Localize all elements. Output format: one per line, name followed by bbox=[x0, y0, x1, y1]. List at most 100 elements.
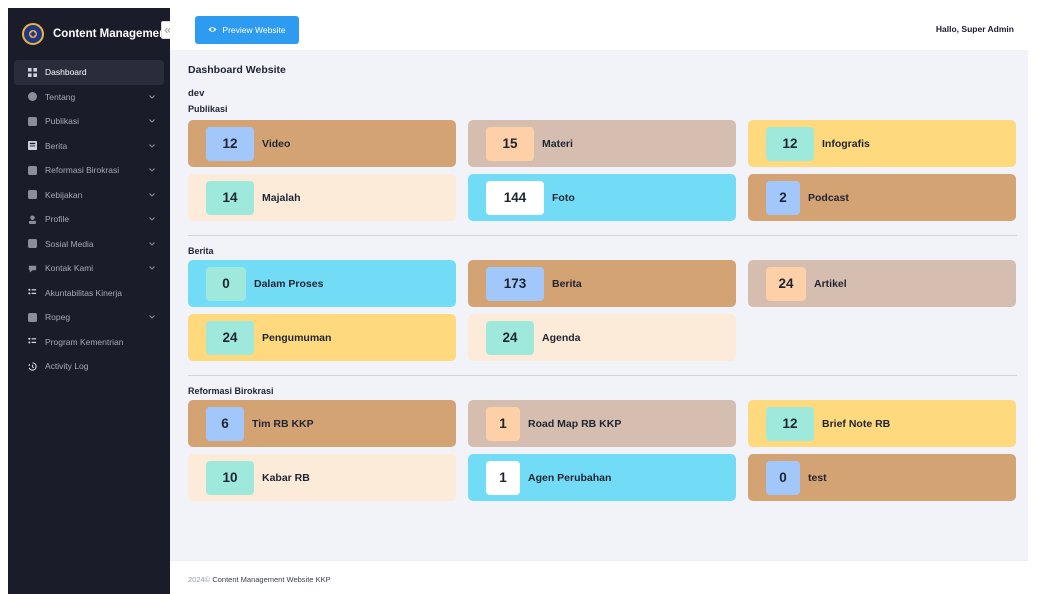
stat-card-dalam-proses[interactable]: 0 Dalam Proses bbox=[188, 260, 456, 307]
sidebar-item-publikasi[interactable]: Publikasi bbox=[14, 109, 164, 134]
stat-label: Pengumuman bbox=[262, 331, 332, 344]
chevron-down-icon bbox=[149, 264, 157, 272]
stat-card-tim-rb-kkp[interactable]: 6 Tim RB KKP bbox=[188, 400, 456, 447]
sidebar-item-reformasi-birokrasi[interactable]: Reformasi Birokrasi bbox=[14, 158, 164, 183]
sidebar-nav: Dashboard Tentang Publikasi Berita Refor… bbox=[8, 60, 170, 379]
chevron-down-icon bbox=[149, 191, 157, 199]
section-divider bbox=[188, 375, 1017, 376]
preview-website-button[interactable]: Preview Website bbox=[195, 16, 299, 44]
sidebar-item-kebijakan[interactable]: Kebijakan bbox=[14, 183, 164, 208]
stat-card-foto[interactable]: 144 Foto bbox=[468, 174, 736, 221]
sidebar: Content Management Dashboard Tentang Pub… bbox=[8, 8, 170, 594]
stat-card-materi[interactable]: 15 Materi bbox=[468, 120, 736, 167]
sidebar-item-kontak-kami[interactable]: Kontak Kami bbox=[14, 256, 164, 281]
document-icon bbox=[26, 189, 38, 201]
sidebar-item-label: Berita bbox=[45, 140, 68, 151]
section-title-publikasi: Publikasi bbox=[188, 104, 228, 114]
sidebar-item-ropeg[interactable]: Ropeg bbox=[14, 305, 164, 330]
stat-count: 0 bbox=[766, 460, 800, 495]
sidebar-item-activity-log[interactable]: Activity Log bbox=[14, 354, 164, 379]
section-divider bbox=[188, 235, 1017, 236]
stat-label: Kabar RB bbox=[262, 471, 310, 484]
list-icon bbox=[26, 336, 38, 348]
stat-card-agen-perubahan[interactable]: 1 Agen Perubahan bbox=[468, 454, 736, 501]
history-icon bbox=[26, 360, 38, 372]
sidebar-item-profile[interactable]: Profile bbox=[14, 207, 164, 232]
publication-icon bbox=[26, 115, 38, 127]
sidebar-item-label: Dashboard bbox=[45, 67, 87, 78]
sidebar-item-sosial-media[interactable]: Sosial Media bbox=[14, 232, 164, 257]
stat-count: 24 bbox=[206, 320, 254, 355]
stat-label: Video bbox=[262, 137, 291, 150]
stat-count: 24 bbox=[486, 320, 534, 355]
footer-year: 2024© bbox=[188, 575, 211, 584]
stat-label: Majalah bbox=[262, 191, 301, 204]
info-icon bbox=[26, 91, 38, 103]
stat-count: 6 bbox=[206, 406, 244, 441]
sidebar-item-tentang[interactable]: Tentang bbox=[14, 85, 164, 110]
stat-count: 10 bbox=[206, 460, 254, 495]
footer-text: 2024© Content Management Website KKP bbox=[188, 575, 331, 584]
stat-count: 15 bbox=[486, 126, 534, 161]
stat-card-brief-note-rb[interactable]: 12 Brief Note RB bbox=[748, 400, 1016, 447]
stat-card-video[interactable]: 12 Video bbox=[188, 120, 456, 167]
stat-count: 12 bbox=[766, 126, 814, 161]
sidebar-item-label: Publikasi bbox=[45, 116, 80, 127]
stat-card-artikel[interactable]: 24 Artikel bbox=[748, 260, 1016, 307]
stat-card-agenda[interactable]: 24 Agenda bbox=[468, 314, 736, 361]
stat-label: Infografis bbox=[822, 137, 870, 150]
sidebar-item-dashboard[interactable]: Dashboard bbox=[14, 60, 164, 85]
stat-card-pengumuman[interactable]: 24 Pengumuman bbox=[188, 314, 456, 361]
chevron-down-icon bbox=[149, 240, 157, 248]
social-icon bbox=[26, 238, 38, 250]
sidebar-item-program-kementrian[interactable]: Program Kementrian bbox=[14, 330, 164, 355]
sidebar-item-label: Profile bbox=[45, 214, 70, 225]
dashboard-icon bbox=[26, 66, 38, 78]
stat-card-road-map-rb-kkp[interactable]: 1 Road Map RB KKP bbox=[468, 400, 736, 447]
stat-card-test[interactable]: 0 test bbox=[748, 454, 1016, 501]
stat-label: Agenda bbox=[542, 331, 581, 344]
stat-count: 14 bbox=[206, 180, 254, 215]
stat-label: Road Map RB KKP bbox=[528, 417, 622, 430]
page-title: Dashboard Website bbox=[188, 64, 286, 76]
stat-count: 24 bbox=[766, 266, 806, 301]
user-icon bbox=[26, 213, 38, 225]
brand-title: Content Management bbox=[53, 28, 170, 40]
footer: 2024© Content Management Website KKP bbox=[170, 560, 1028, 594]
stat-card-majalah[interactable]: 14 Majalah bbox=[188, 174, 456, 221]
sidebar-item-akuntabilitas-kinerja[interactable]: Akuntabilitas Kinerja bbox=[14, 281, 164, 306]
preview-website-label: Preview Website bbox=[222, 25, 286, 35]
sidebar-item-label: Program Kementrian bbox=[45, 336, 124, 347]
stat-count: 1 bbox=[486, 460, 520, 495]
newspaper-icon bbox=[26, 140, 38, 152]
sidebar-item-berita[interactable]: Berita bbox=[14, 134, 164, 159]
stat-count: 1 bbox=[486, 406, 520, 441]
stat-label: Podcast bbox=[808, 191, 849, 204]
list-icon bbox=[26, 287, 38, 299]
footer-label: Content Management Website KKP bbox=[212, 575, 331, 584]
stat-card-kabar-rb[interactable]: 10 Kabar RB bbox=[188, 454, 456, 501]
eye-icon bbox=[208, 25, 217, 36]
user-greeting[interactable]: Hallo, Super Admin bbox=[936, 24, 1014, 34]
document-icon bbox=[26, 311, 38, 323]
stat-card-podcast[interactable]: 2 Podcast bbox=[748, 174, 1016, 221]
stat-label: Foto bbox=[552, 191, 575, 204]
sidebar-item-label: Akuntabilitas Kinerja bbox=[45, 287, 123, 298]
environment-label: dev bbox=[188, 88, 205, 99]
chevron-down-icon bbox=[149, 215, 157, 223]
sidebar-item-label: Kontak Kami bbox=[45, 263, 94, 274]
stat-card-infografis[interactable]: 12 Infografis bbox=[748, 120, 1016, 167]
kkp-logo-icon bbox=[22, 23, 44, 45]
stat-label: Dalam Proses bbox=[254, 277, 324, 290]
section-title-reformasi-birokrasi: Reformasi Birokrasi bbox=[188, 386, 274, 396]
chevron-down-icon bbox=[149, 166, 157, 174]
stat-label: Materi bbox=[542, 137, 573, 150]
sidebar-item-label: Kebijakan bbox=[45, 189, 83, 200]
stat-card-berita[interactable]: 173 Berita bbox=[468, 260, 736, 307]
topbar: Preview Website Hallo, Super Admin bbox=[170, 8, 1028, 50]
main-content: Dashboard Website dev Publikasi 12 Video… bbox=[170, 50, 1028, 560]
stat-count: 0 bbox=[206, 266, 246, 301]
brand[interactable]: Content Management bbox=[8, 8, 170, 60]
stat-label: test bbox=[808, 471, 827, 484]
stat-count: 144 bbox=[486, 180, 544, 215]
